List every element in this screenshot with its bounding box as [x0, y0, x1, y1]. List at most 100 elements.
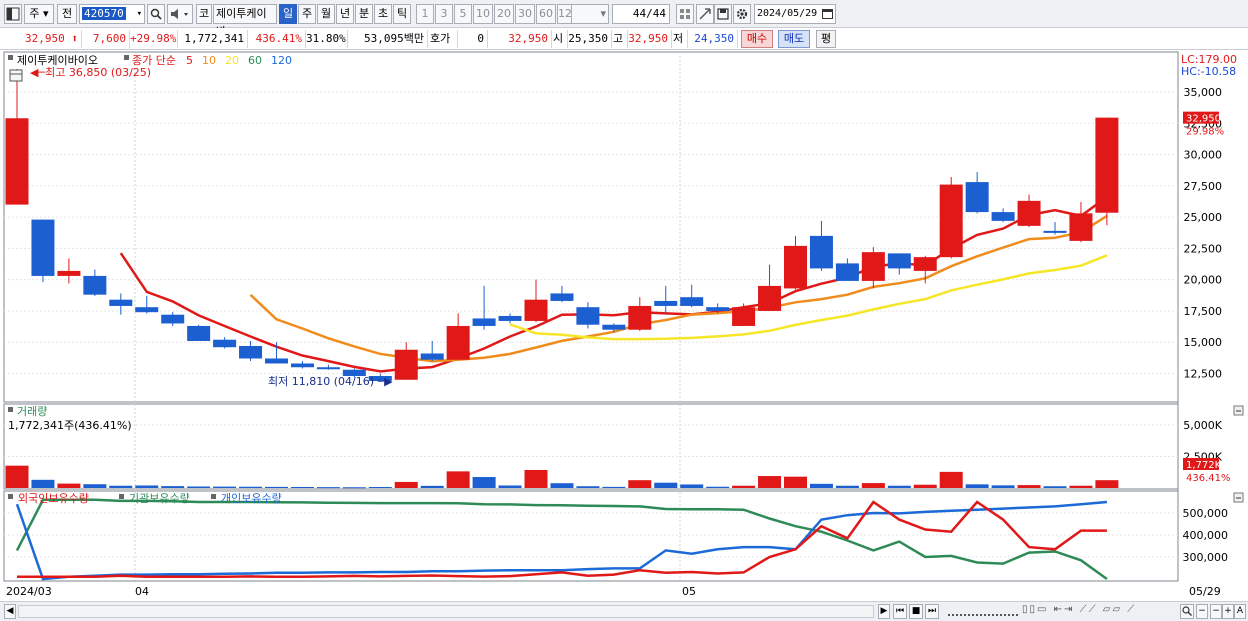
interval-select[interactable]: ▾	[571, 4, 609, 24]
first-button[interactable]: ⏮	[893, 604, 907, 619]
tool-icons[interactable]: ▯▯▭ ⇤⇥ ⟋⟋ ▱▱ ⟋	[1022, 604, 1182, 619]
holdings-line-individual	[15, 500, 1108, 581]
stock-tag: 코	[196, 4, 212, 24]
candle-body	[290, 363, 314, 368]
volume-bar	[57, 483, 81, 488]
crosshair-icon[interactable]	[696, 4, 714, 24]
scroll-right-button[interactable]: ▶	[878, 604, 890, 619]
minus-icon[interactable]: −	[1210, 604, 1222, 619]
flat-button[interactable]: 평	[816, 30, 836, 48]
open-price: 25,350	[568, 30, 612, 48]
volume-bar	[472, 477, 496, 488]
price-change-pct: +29.98%	[130, 30, 178, 48]
x-label-start: 2024/03	[6, 585, 52, 598]
chart-area[interactable]: 35,000 32,500 30,000 27,500 25,000 22,500 20,0…	[0, 50, 1248, 601]
interval-button[interactable]: 60	[536, 4, 556, 24]
interval-button[interactable]: 3	[435, 4, 453, 24]
quote-label: 호가	[428, 30, 458, 48]
font-size-icon[interactable]: A	[1234, 604, 1246, 619]
window-icon[interactable]	[4, 4, 22, 24]
stop-button[interactable]: ■	[909, 604, 923, 619]
date-input[interactable]: 2024/05/29	[754, 4, 836, 24]
candle-body	[57, 270, 81, 276]
gear-icon[interactable]	[733, 4, 751, 24]
period-tab[interactable]: 틱	[393, 4, 411, 24]
interval-button[interactable]: 5	[454, 4, 472, 24]
speaker-icon[interactable]	[167, 4, 193, 24]
candle-body	[316, 367, 340, 370]
volume-bar	[991, 485, 1015, 488]
candle-body	[239, 345, 263, 359]
code-input[interactable]: 420570 ▾	[79, 4, 145, 24]
stock-name[interactable]: 제이투케이바	[213, 4, 277, 38]
candle-body	[680, 297, 704, 306]
candle-body	[732, 307, 756, 326]
volume-value: 1,772,341	[178, 30, 248, 48]
last-button[interactable]: ⏭	[925, 604, 939, 619]
period-tab[interactable]: 주	[298, 4, 316, 24]
candle-body	[420, 353, 444, 360]
last-volume-tag: 1,772K	[1186, 460, 1222, 471]
volume-bar	[1043, 486, 1067, 488]
zoom-out-icon[interactable]: −	[1196, 604, 1208, 619]
zoom-slider[interactable]	[948, 607, 1018, 616]
zoom-search-icon[interactable]	[1180, 604, 1194, 619]
candle-body	[213, 339, 237, 348]
legend-square-icon	[8, 407, 13, 412]
holdings-axis-tick: 400,000	[1183, 529, 1229, 542]
legend-ma-period: 10	[202, 54, 216, 67]
count-input[interactable]: 44/44	[612, 4, 670, 24]
calendar-marker[interactable]	[9, 69, 23, 82]
volume-bar	[732, 485, 756, 488]
market-select[interactable]: 주 ▾	[24, 4, 54, 24]
volume-bar	[654, 482, 678, 488]
legend-square-icon	[211, 494, 216, 499]
high-label: 고	[612, 30, 628, 48]
interval-button[interactable]: 20	[494, 4, 514, 24]
candle-body	[887, 253, 911, 269]
volume-bar	[83, 484, 107, 488]
legend-ma-periods: 5 10 20 60 120	[186, 54, 292, 67]
quote-value: 0	[458, 30, 488, 48]
candle-body	[835, 263, 859, 281]
period-tab[interactable]: 일	[279, 4, 297, 24]
holdings-lines	[15, 498, 1108, 581]
grid-icon[interactable]	[676, 4, 694, 24]
volume-bar	[939, 471, 963, 488]
save-icon[interactable]	[714, 4, 732, 24]
horizontal-scrollbar[interactable]	[18, 605, 874, 618]
panel-close-icon[interactable]	[1233, 405, 1244, 416]
period-tab[interactable]: 월	[317, 4, 335, 24]
search-icon[interactable]	[147, 4, 165, 24]
volume-bar	[135, 485, 159, 488]
holdings-legend-label: 개인보유수량	[221, 492, 282, 505]
prev-button[interactable]: 전	[57, 4, 77, 24]
interval-button[interactable]: 30	[515, 4, 535, 24]
period-tab[interactable]: 초	[374, 4, 392, 24]
bottom-toolbar: ◀ ▶ ⏮ ■ ⏭ ▯▯▭ ⇤⇥ ⟋⟋ ▱▱ ⟋ − − + A	[0, 601, 1248, 621]
candle-body	[1017, 200, 1041, 226]
low-annotation: 최저 11,810 (04/16) ─▶	[268, 375, 393, 388]
scroll-left-button[interactable]: ◀	[4, 604, 16, 619]
candle-body	[939, 184, 963, 258]
plus-icon[interactable]: +	[1222, 604, 1234, 619]
period-tab[interactable]: 년	[336, 4, 354, 24]
volume-bar	[680, 484, 704, 488]
candle-body	[965, 182, 989, 213]
calendar-icon[interactable]	[822, 8, 833, 26]
interval-button[interactable]: 1	[416, 4, 434, 24]
right-arrow-icon: ─▶	[374, 375, 393, 388]
legend-ma-period: 60	[248, 54, 262, 67]
sell-button[interactable]: 매도	[778, 30, 810, 48]
chart-svg[interactable]: 35,00032,50030,00027,50025,00022,50020,0…	[0, 50, 1248, 601]
volume-pct: 436.41%	[248, 30, 306, 48]
panel-close-icon[interactable]	[1233, 492, 1244, 503]
volume-bar	[706, 486, 730, 488]
volume-bar	[31, 479, 55, 488]
candle-body	[861, 252, 885, 281]
turnover: 31.80%	[306, 30, 348, 48]
period-tab[interactable]: 분	[355, 4, 373, 24]
interval-button[interactable]: 10	[473, 4, 493, 24]
buy-button[interactable]: 매수	[741, 30, 773, 48]
x-label-apr: 04	[135, 585, 149, 598]
